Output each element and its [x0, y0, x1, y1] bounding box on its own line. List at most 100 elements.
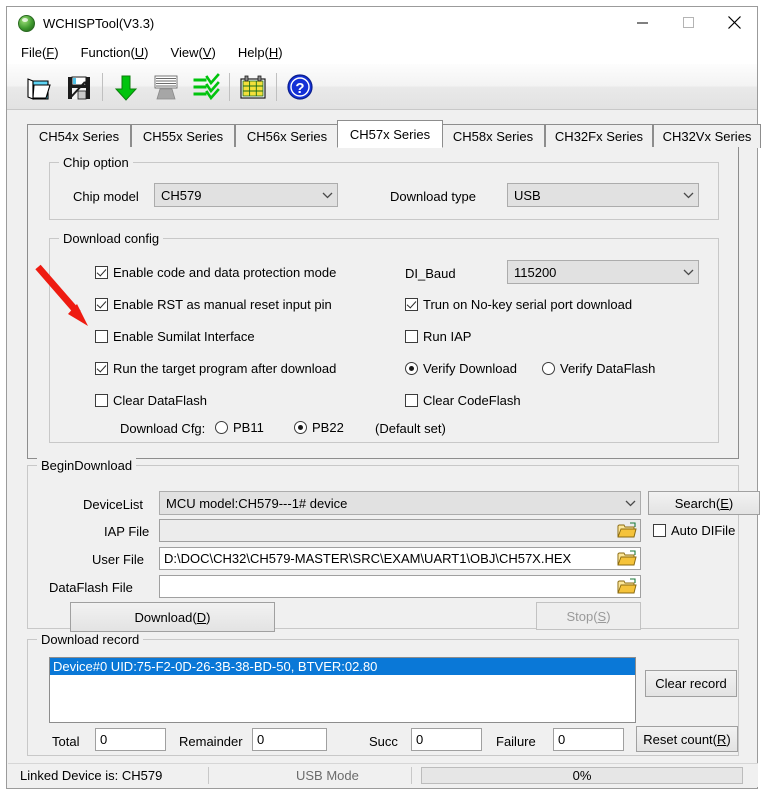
checkbox-clear-dataflash[interactable]: Clear DataFlash	[95, 393, 207, 408]
tab-page-ch57x: Chip option Chip model CH579 Download ty…	[27, 147, 739, 459]
checkbox-enable-sumilat-interface[interactable]: Enable Sumilat Interface	[95, 329, 255, 344]
verify-list-icon[interactable]	[186, 67, 226, 107]
client-area: CH54x Series CH55x Series CH56x Series C…	[8, 110, 761, 764]
iap-file-input[interactable]	[159, 519, 641, 542]
checkbox-clear-codeflash[interactable]: Clear CodeFlash	[405, 393, 521, 408]
radio-label: Verify Download	[423, 361, 517, 376]
tab-ch58x-label: CH58x Series	[452, 129, 534, 144]
dataflash-file-browse-folder-icon[interactable]	[616, 577, 638, 596]
save-file-icon[interactable]	[59, 67, 99, 107]
tab-ch58x[interactable]: CH58x Series	[441, 124, 545, 148]
maximize-button[interactable]	[665, 7, 711, 38]
device-list-select[interactable]: MCU model:CH579---1# device	[159, 491, 641, 515]
app-globe-icon	[18, 15, 35, 32]
device-list-value: MCU model:CH579---1# device	[166, 495, 348, 511]
stop-button[interactable]: Stop(S)	[536, 602, 641, 630]
download-type-select[interactable]: USB	[507, 183, 699, 207]
chip-model-label: Chip model	[73, 189, 139, 204]
checkbox-enable-code-data-protection[interactable]: Enable code and data protection mode	[95, 265, 336, 280]
help-question-icon[interactable]: ?	[280, 67, 320, 107]
checkbox-enable-rst-manual-reset[interactable]: Enable RST as manual reset input pin	[95, 297, 332, 312]
checkbox-turn-on-nokey-serial-download[interactable]: Trun on No-key serial port download	[405, 297, 632, 312]
open-file-icon[interactable]	[19, 67, 59, 107]
tab-ch32vx-label: CH32Vx Series	[662, 129, 752, 144]
checkbox-box	[653, 524, 666, 537]
menu-bar: File(F) Function(U) View(V) Help(H)	[7, 40, 757, 64]
tab-ch32fx[interactable]: CH32Fx Series	[545, 124, 653, 148]
toolbar: ?	[7, 64, 757, 110]
checkbox-label: Clear DataFlash	[113, 393, 207, 408]
default-set-note: (Default set)	[375, 421, 446, 436]
chip-option-group-label: Chip option	[59, 155, 133, 170]
menu-function-text: Function(	[80, 44, 135, 60]
menu-view-tail: )	[211, 44, 216, 60]
download-button-accel: D	[196, 609, 207, 625]
application-window: WCHISPTool(V3.3) File(F) Function(U) Vie…	[6, 6, 761, 789]
stop-button-tail: )	[606, 608, 611, 624]
chevron-down-icon	[317, 192, 337, 199]
radio-pb22[interactable]: PB22	[294, 420, 344, 435]
iap-file-browse-folder-icon[interactable]	[616, 521, 638, 540]
download-button[interactable]: Download(D)	[70, 602, 275, 632]
chevron-down-icon	[678, 269, 698, 276]
menu-help[interactable]: Help(H)	[238, 45, 283, 60]
download-config-group: Download config Enable code and data pro…	[49, 231, 719, 443]
succ-input[interactable]: 0	[411, 728, 482, 751]
radio-pb11[interactable]: PB11	[215, 420, 264, 435]
checkbox-run-target-after-download[interactable]: Run the target program after download	[95, 361, 336, 376]
list-item[interactable]: Device#0 UID:75-F2-0D-26-3B-38-BD-50, BT…	[50, 658, 635, 675]
status-bar: Linked Device is: CH579 USB Mode 0%	[8, 763, 758, 787]
clear-record-button[interactable]: Clear record	[645, 670, 737, 697]
dataflash-file-input[interactable]	[159, 575, 641, 598]
checkbox-box	[95, 298, 108, 311]
menu-file[interactable]: File(F)	[21, 45, 59, 60]
chip-model-value: CH579	[161, 187, 202, 203]
menu-function[interactable]: Function(U)	[81, 45, 149, 60]
dataflash-file-label: DataFlash File	[49, 580, 133, 595]
status-mode: USB Mode	[296, 768, 359, 783]
download-arrow-icon[interactable]	[106, 67, 146, 107]
checkbox-auto-difile[interactable]: Auto DIFile	[653, 523, 735, 538]
chip-model-select[interactable]: CH579	[154, 183, 338, 207]
user-file-browse-folder-icon[interactable]	[616, 549, 638, 568]
failure-input[interactable]: 0	[553, 728, 624, 751]
tab-ch55x[interactable]: CH55x Series	[131, 124, 235, 148]
download-progress-bar: 0%	[421, 767, 743, 784]
checkbox-box	[405, 394, 418, 407]
checkbox-run-iap[interactable]: Run IAP	[405, 329, 471, 344]
tab-ch54x[interactable]: CH54x Series	[27, 124, 131, 148]
tab-ch57x[interactable]: CH57x Series	[337, 120, 443, 148]
search-button-tail: )	[728, 495, 734, 511]
search-button[interactable]: Search(E)	[648, 491, 760, 515]
di-baud-select[interactable]: 115200	[507, 260, 699, 284]
radio-verify-dataflash[interactable]: Verify DataFlash	[542, 361, 655, 376]
radio-circle	[294, 421, 307, 434]
toolbar-separator-1	[102, 72, 103, 101]
window-controls	[619, 7, 757, 38]
menu-help-text: Help(	[237, 44, 269, 60]
menu-help-accel: H	[268, 44, 279, 60]
erase-chip-icon[interactable]	[146, 67, 186, 107]
total-label: Total	[52, 734, 80, 749]
menu-help-tail: )	[278, 44, 283, 60]
download-record-list[interactable]: Device#0 UID:75-F2-0D-26-3B-38-BD-50, BT…	[49, 657, 636, 723]
checkbox-label: Enable Sumilat Interface	[113, 329, 255, 344]
iap-file-label: IAP File	[104, 524, 150, 539]
remainder-input[interactable]: 0	[252, 728, 327, 751]
tab-ch32vx[interactable]: CH32Vx Series	[653, 124, 761, 148]
download-record-group-label: Download record	[37, 632, 144, 647]
download-type-value: USB	[514, 187, 541, 203]
tab-ch56x[interactable]: CH56x Series	[235, 124, 339, 148]
reset-count-button[interactable]: Reset count(R)	[636, 726, 738, 752]
config-table-icon[interactable]	[233, 67, 273, 107]
user-file-input[interactable]: D:\DOC\CH32\CH579-MASTER\SRC\EXAM\UART1\…	[159, 547, 641, 570]
close-button[interactable]	[711, 7, 757, 38]
checkbox-label: Auto DIFile	[671, 523, 736, 538]
total-input[interactable]: 0	[95, 728, 166, 751]
tab-ch54x-label: CH54x Series	[38, 129, 120, 144]
menu-view[interactable]: View(V)	[171, 45, 216, 60]
radio-label: PB11	[233, 420, 264, 435]
radio-verify-download[interactable]: Verify Download	[405, 361, 517, 376]
checkbox-box	[405, 330, 418, 343]
minimize-button[interactable]	[619, 7, 665, 38]
